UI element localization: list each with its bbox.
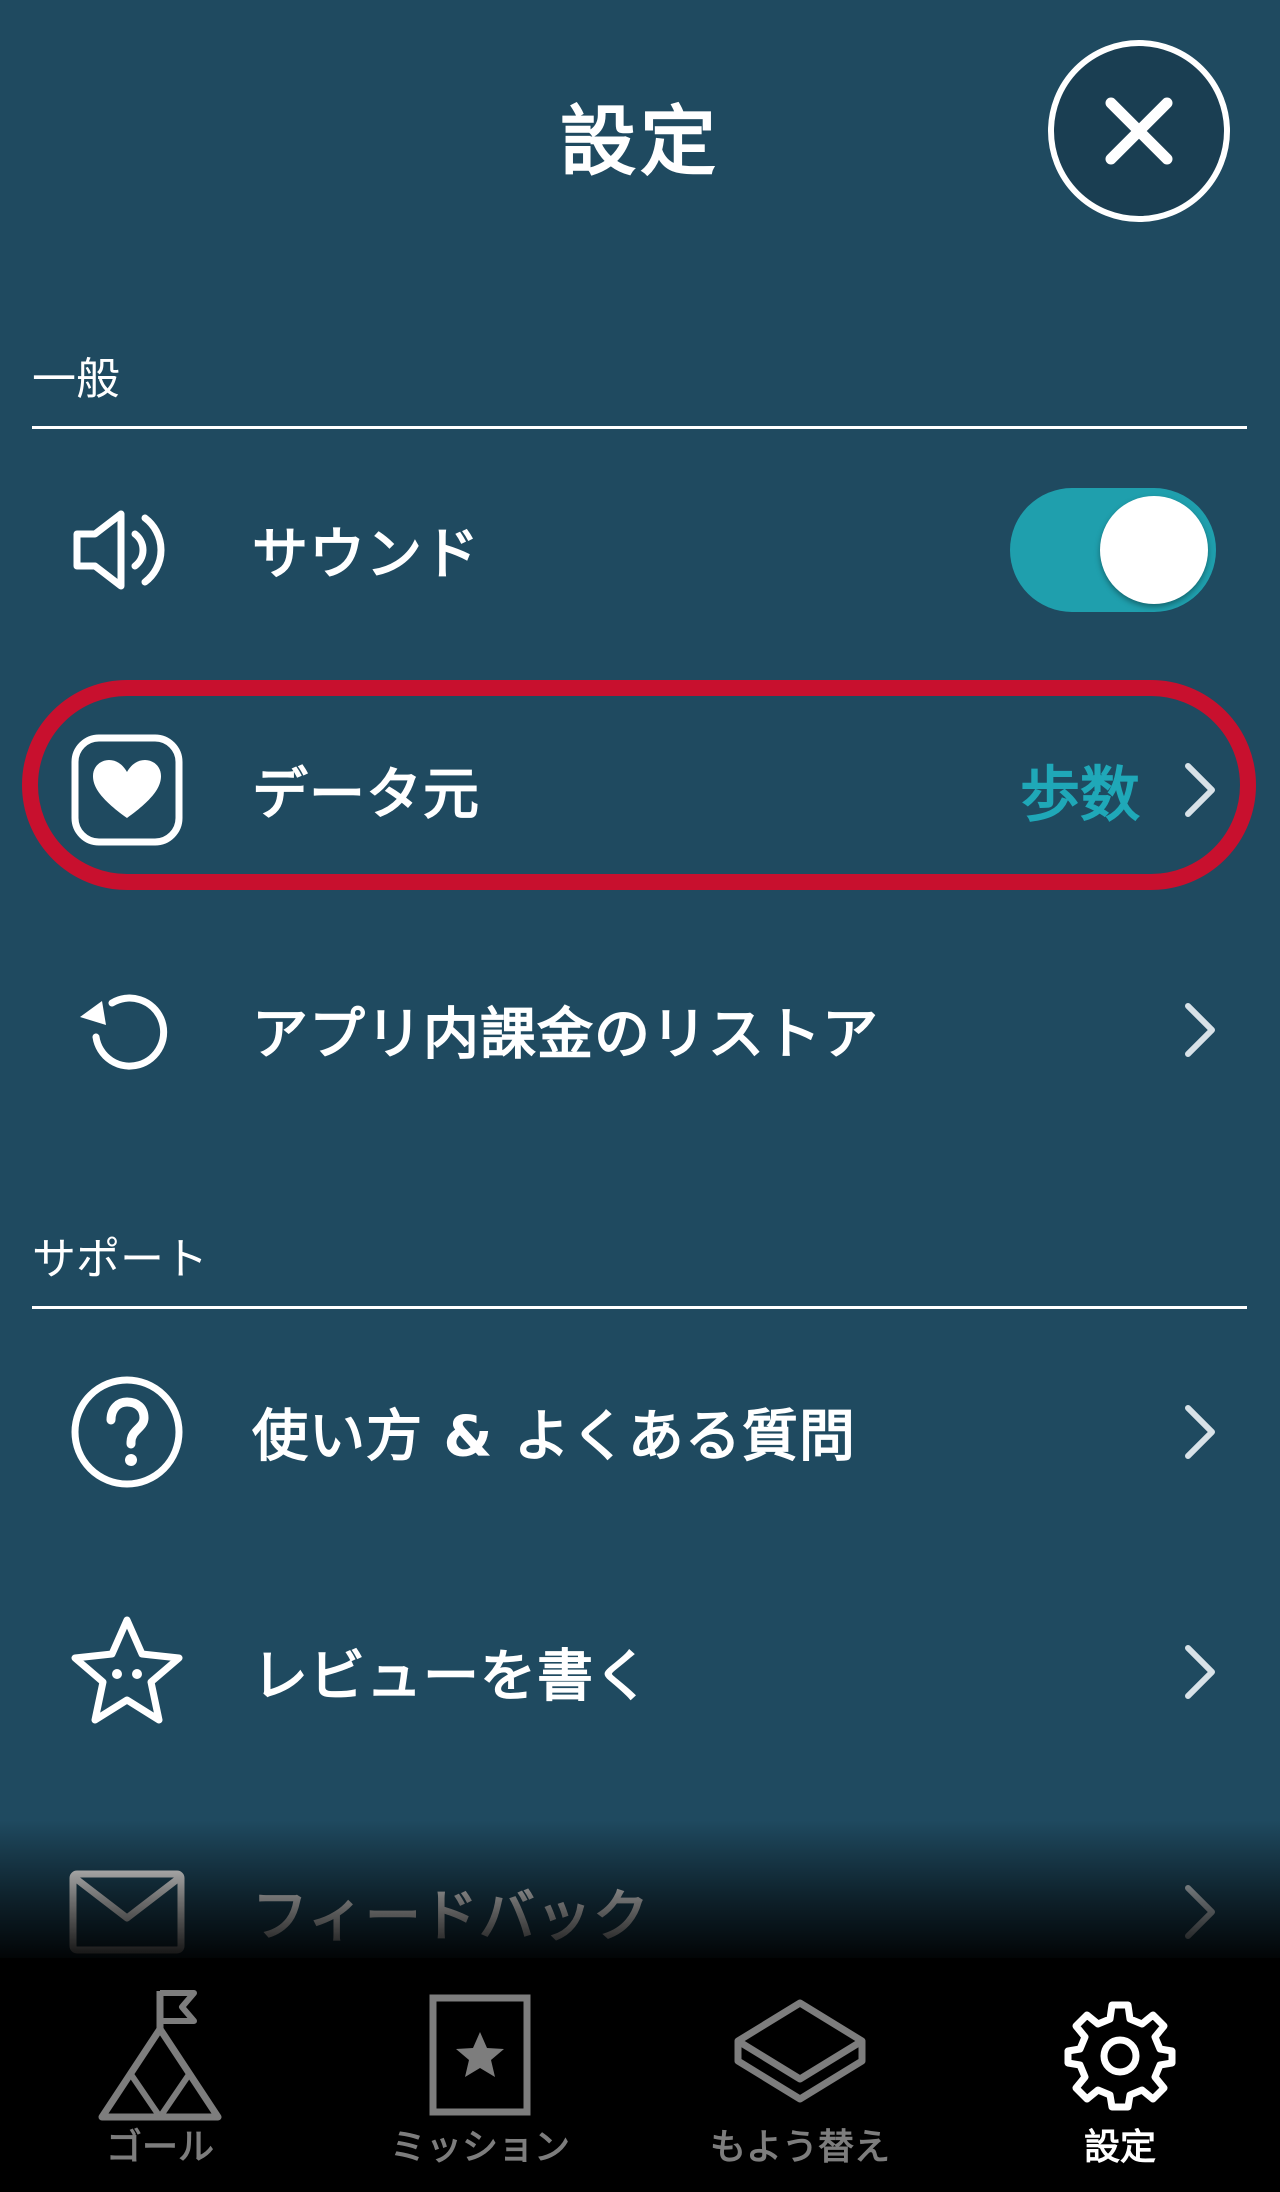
gear-icon <box>1045 1980 1195 2130</box>
data-source-label: データ元 <box>252 762 480 828</box>
review-label: レビューを書く <box>252 1644 651 1710</box>
tab-mission[interactable]: ミッション <box>320 1958 640 2192</box>
bottom-tab-bar: ゴール ミッション もよう替え 設定 <box>0 1958 1280 2192</box>
tab-label: 設定 <box>1083 2127 1156 2168</box>
star-icon <box>62 1607 192 1737</box>
chevron-right-icon <box>1185 1885 1215 1939</box>
tab-settings[interactable]: 設定 <box>960 1958 1280 2192</box>
settings-row-sound: サウンド <box>0 450 1280 650</box>
settings-row-data-source[interactable]: データ元 歩数 <box>0 690 1280 890</box>
section-divider <box>32 426 1247 429</box>
settings-screen: 設定 一般 サウンド データ元 歩数 アプリ内課金のリストア サポート 使い方 … <box>0 0 1280 2192</box>
settings-row-restore[interactable]: アプリ内課金のリストア <box>0 930 1280 1130</box>
faq-label: 使い方 & よくある質問 <box>252 1404 856 1470</box>
tab-label: ミッション <box>389 2127 570 2168</box>
section-label-general: 一般 <box>32 354 120 405</box>
star-card-icon <box>405 1980 555 2130</box>
close-button[interactable] <box>1048 40 1230 222</box>
chevron-right-icon <box>1185 1645 1215 1699</box>
data-source-value: 歩数 <box>1020 760 1140 831</box>
sound-toggle[interactable] <box>1010 488 1216 612</box>
question-icon <box>62 1367 192 1497</box>
chevron-right-icon <box>1185 763 1215 817</box>
restore-label: アプリ内課金のリストア <box>252 1002 879 1068</box>
section-label-support: サポート <box>32 1234 208 1285</box>
section-divider <box>32 1306 1247 1309</box>
tab-label: ゴール <box>105 2127 214 2168</box>
close-icon <box>1105 97 1173 165</box>
settings-row-faq[interactable]: 使い方 & よくある質問 <box>0 1332 1280 1532</box>
restore-icon <box>62 965 192 1095</box>
sound-label: サウンド <box>252 522 480 588</box>
toggle-knob <box>1100 496 1208 604</box>
tab-decorate[interactable]: もよう替え <box>640 1958 960 2192</box>
heart-icon <box>62 725 192 855</box>
speaker-icon <box>62 485 192 615</box>
feedback-label: フィードバック <box>252 1884 650 1950</box>
layers-icon <box>725 1980 875 2130</box>
chevron-right-icon <box>1185 1003 1215 1057</box>
tab-goal[interactable]: ゴール <box>0 1958 320 2192</box>
mountain-flag-icon <box>85 1980 235 2130</box>
settings-row-review[interactable]: レビューを書く <box>0 1572 1280 1772</box>
tab-label: もよう替え <box>709 2127 890 2168</box>
chevron-right-icon <box>1185 1405 1215 1459</box>
